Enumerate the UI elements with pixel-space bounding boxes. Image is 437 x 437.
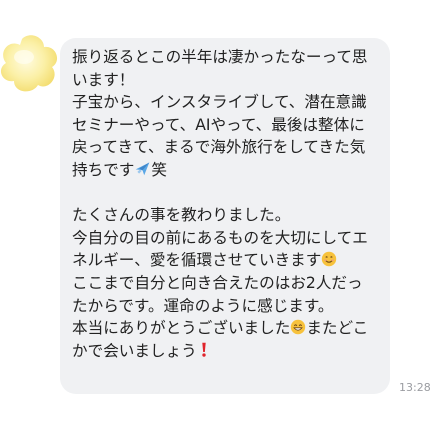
- message-paragraph-1: 振り返るとこの半年は凄かったなーって思 います！ 子宝から、インスタライブして、…: [72, 46, 380, 182]
- chat-view: 振り返るとこの半年は凄かったなーって思 います！ 子宝から、インスタライブして、…: [0, 0, 437, 437]
- message-text: かで会いましょう: [72, 341, 197, 360]
- message-line: 持ちです 笑: [72, 159, 380, 182]
- message-line: 今自分の目の前にあるものを大切にしてエ: [72, 228, 368, 247]
- red-exclamation-icon: [202, 342, 206, 357]
- message-line: 戻ってきて、まるで海外旅行をしてきた気: [72, 138, 366, 157]
- message-bubble[interactable]: 振り返るとこの半年は凄かったなーって思 います！ 子宝から、インスタライブして、…: [60, 38, 390, 394]
- message-text: またどこ: [306, 319, 369, 338]
- message-text: 本当にありがとうございました: [72, 319, 291, 338]
- message-text: 持ちです: [72, 160, 135, 179]
- message-line: います！: [72, 70, 135, 89]
- message-line: たくさんの事を教わりました。: [72, 206, 291, 225]
- message-line: セミナーやって、AIやって、最後は整体に: [72, 115, 365, 134]
- message-line: たからです。運命のように感じます。: [72, 296, 334, 315]
- message-line: 子宝から、インスタライブして、潜在意識: [72, 93, 367, 112]
- avatar[interactable]: [0, 33, 58, 93]
- message-line: かで会いましょう: [72, 340, 380, 363]
- smiling-face-icon: [322, 252, 337, 267]
- message-text: 笑: [151, 160, 167, 179]
- message-line: ネルギー、愛を循環させていきます: [72, 249, 380, 272]
- grinning-face-icon: [291, 319, 306, 335]
- message-timestamp: 13:28: [399, 381, 431, 394]
- message-text: ネルギー、愛を循環させていきます: [72, 251, 322, 270]
- message-paragraph-2: たくさんの事を教わりました。 今自分の目の前にあるものを大切にしてエ ネルギー、…: [72, 204, 380, 362]
- airplane-icon: [136, 162, 150, 176]
- message-line: ここまで自分と向き合えたのはお2人だっ: [72, 273, 363, 292]
- message-line: 振り返るとこの半年は凄かったなーって思: [72, 48, 368, 66]
- message-line: 本当にありがとうございました またどこ: [72, 317, 380, 340]
